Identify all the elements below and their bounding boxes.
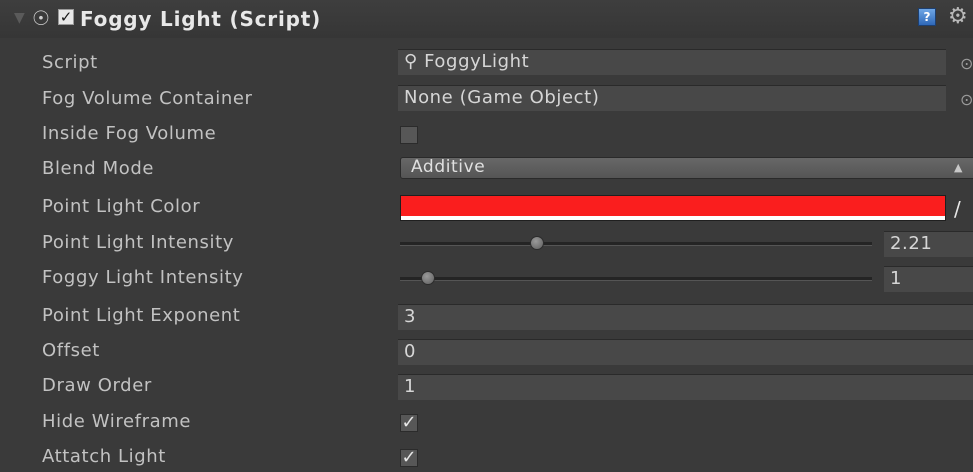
foggy-light-intensity-slider-track[interactable] — [400, 277, 872, 281]
inside-fog-volume-checkbox[interactable] — [400, 126, 418, 144]
inside-fog-volume-label: Inside Fog Volume — [42, 123, 217, 144]
component-title: Foggy Light (Script) — [80, 7, 322, 31]
draw-order-label: Draw Order — [42, 375, 152, 396]
attatch-light-checkbox[interactable]: ✓ — [400, 449, 418, 467]
light-bulb-icon: ☉ — [32, 6, 50, 30]
row-point-light-intensity: Point Light Intensity 2.21 — [0, 226, 973, 260]
script-icon: ⚲ — [404, 51, 418, 72]
hide-wireframe-checkbox[interactable]: ✓ — [400, 414, 418, 432]
object-picker-icon[interactable]: ⊙ — [960, 54, 973, 73]
offset-label: Offset — [42, 340, 100, 361]
row-blend-mode: Blend Mode Additive ▲ — [0, 152, 973, 186]
row-foggy-light-intensity: Foggy Light Intensity 1 — [0, 261, 973, 295]
fog-volume-container-label: Fog Volume Container — [42, 88, 253, 109]
point-light-intensity-value[interactable]: 2.21 — [884, 231, 973, 257]
dropdown-arrows-icon: ▲ — [953, 161, 963, 174]
inspector-panel: ▼ ☉ ✓ Foggy Light (Script) ? ⚙ Script ⚲ … — [0, 0, 973, 472]
draw-order-field[interactable]: 1 — [398, 374, 973, 400]
row-inside-fog-volume: Inside Fog Volume — [0, 117, 973, 151]
foggy-light-intensity-value[interactable]: 1 — [884, 266, 973, 292]
point-light-intensity-slider-thumb[interactable] — [529, 236, 544, 250]
blend-mode-label: Blend Mode — [42, 158, 155, 179]
gear-icon[interactable]: ⚙ — [948, 3, 968, 31]
attatch-light-label: Attatch Light — [42, 446, 166, 467]
point-light-exponent-field[interactable]: 3 — [398, 304, 973, 330]
script-field[interactable]: ⚲ FoggyLight — [398, 49, 946, 75]
script-label: Script — [42, 52, 98, 73]
eyedropper-icon[interactable]: / — [954, 197, 961, 221]
row-script: Script ⚲ FoggyLight ⊙ — [0, 46, 973, 80]
foldout-arrow-icon[interactable]: ▼ — [14, 10, 25, 26]
point-light-intensity-slider-track[interactable] — [400, 242, 872, 246]
hide-wireframe-label: Hide Wireframe — [42, 411, 192, 432]
script-value: FoggyLight — [424, 51, 530, 72]
row-draw-order: Draw Order 1 — [0, 369, 973, 403]
blend-mode-value: Additive — [411, 157, 486, 177]
help-book-icon[interactable]: ? — [918, 8, 936, 26]
point-light-exponent-label: Point Light Exponent — [42, 305, 241, 326]
fog-volume-container-field[interactable]: None (Game Object) — [398, 85, 946, 111]
point-light-intensity-label: Point Light Intensity — [42, 232, 235, 253]
object-picker-icon[interactable]: ⊙ — [960, 90, 973, 109]
foggy-light-intensity-label: Foggy Light Intensity — [42, 267, 244, 288]
row-point-light-exponent: Point Light Exponent 3 — [0, 299, 973, 333]
row-point-light-color: Point Light Color / — [0, 190, 973, 224]
component-header[interactable]: ▼ ☉ ✓ Foggy Light (Script) ? ⚙ — [0, 0, 973, 38]
offset-field[interactable]: 0 — [398, 339, 973, 365]
point-light-color-swatch[interactable] — [400, 195, 946, 221]
row-hide-wireframe: Hide Wireframe ✓ — [0, 405, 973, 439]
row-offset: Offset 0 — [0, 334, 973, 368]
row-attatch-light: Attatch Light ✓ — [0, 440, 973, 472]
alpha-bar — [401, 216, 945, 220]
foggy-light-intensity-slider-thumb[interactable] — [421, 271, 436, 285]
component-enable-checkbox[interactable]: ✓ — [58, 9, 74, 25]
blend-mode-dropdown[interactable]: Additive ▲ — [400, 157, 973, 179]
point-light-color-label: Point Light Color — [42, 196, 201, 217]
row-fog-volume-container: Fog Volume Container None (Game Object) … — [0, 82, 973, 116]
